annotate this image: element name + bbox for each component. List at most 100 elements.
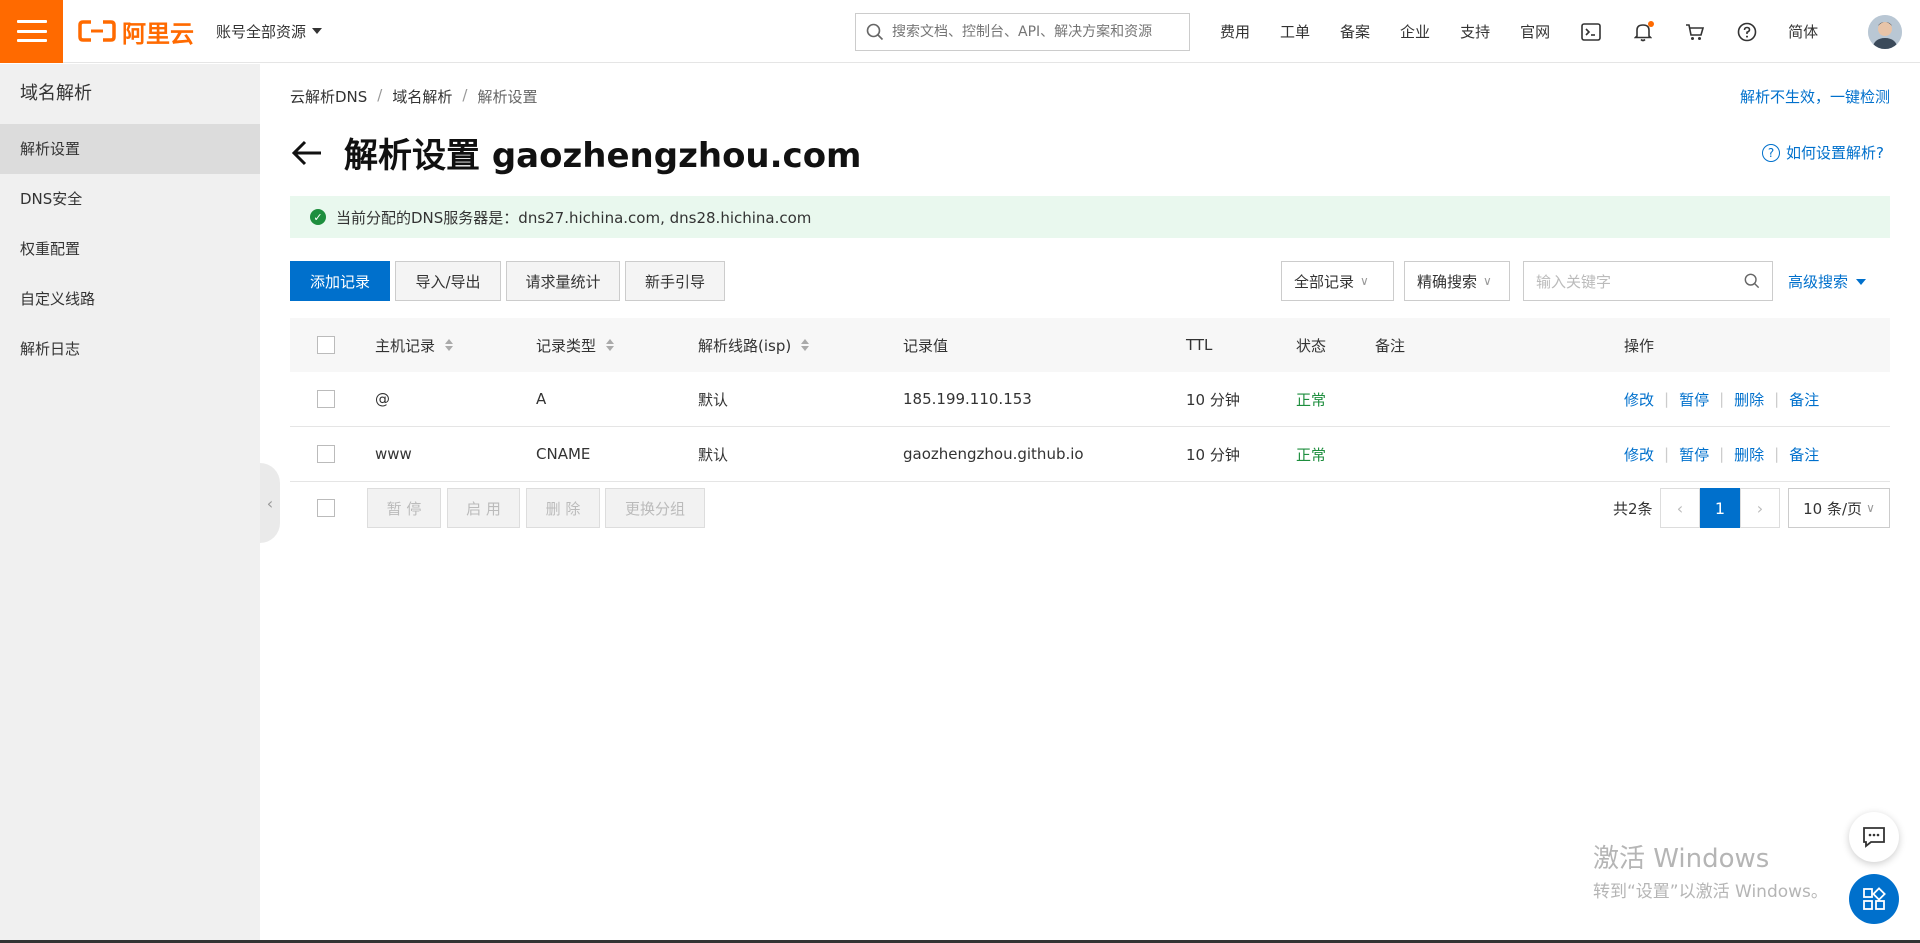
search-icon[interactable]	[1744, 273, 1760, 289]
toolbar: 添加记录 导入/导出 请求量统计 新手引导 全部记录 ∨ 精确搜索 ∨ 输入关键…	[290, 261, 1890, 301]
column-type[interactable]: 记录类型	[536, 318, 615, 372]
apps-button[interactable]	[1849, 874, 1899, 924]
table-row: @ A 默认 185.199.110.153 10 分钟 正常 修改 | 暂停 …	[290, 372, 1890, 427]
help-icon[interactable]	[1736, 21, 1758, 43]
dns-quick-check-link[interactable]: 解析不生效，一键检测	[1740, 86, 1890, 107]
row-actions: 修改 | 暂停 | 删除 | 备注	[1624, 372, 1819, 426]
breadcrumb-domain-dns[interactable]: 域名解析	[392, 86, 452, 107]
account-label: 账号全部资源	[216, 22, 307, 41]
cell-type: A	[536, 390, 547, 408]
record-filter-select[interactable]: 全部记录 ∨	[1281, 261, 1394, 301]
nav-tickets[interactable]: 工单	[1280, 21, 1310, 42]
column-host[interactable]: 主机记录	[375, 318, 454, 372]
chevron-left-icon: ‹	[266, 493, 274, 513]
account-resources-dropdown[interactable]: 账号全部资源	[216, 21, 323, 42]
search-mode-value: 精确搜索	[1417, 272, 1478, 291]
search-icon	[866, 23, 884, 41]
windows-activation-watermark: 激活 Windows 转到“设置”以激活 Windows。	[1593, 838, 1828, 902]
logo-text: 阿里云	[122, 19, 194, 48]
pager-page-1[interactable]: 1	[1700, 488, 1740, 528]
pager-total: 共2条	[1613, 500, 1653, 518]
check-circle-icon: ✓	[310, 209, 326, 225]
divider: |	[1664, 445, 1670, 463]
keyword-placeholder: 输入关键字	[1536, 272, 1612, 291]
dns-records-table: 主机记录 记录类型 解析线路(isp) 记录值 TTL 状态 备注 操作 @ A…	[290, 318, 1890, 482]
global-search[interactable]	[855, 13, 1190, 51]
select-all-checkbox[interactable]	[317, 336, 335, 354]
column-remark: 备注	[1375, 336, 1406, 355]
cart-icon[interactable]	[1684, 21, 1706, 43]
pause-link[interactable]: 暂停	[1679, 444, 1709, 465]
add-record-button[interactable]: 添加记录	[290, 261, 390, 301]
bulk-select-checkbox[interactable]	[317, 499, 335, 517]
breadcrumb-separator: /	[377, 86, 383, 104]
dns-server-notice: ✓ 当前分配的DNS服务器是：dns27.hichina.com, dns28.…	[290, 196, 1890, 238]
column-ttl: TTL	[1186, 336, 1213, 354]
sidebar-item-dns-security[interactable]: DNS安全	[0, 174, 260, 224]
edit-link[interactable]: 修改	[1624, 444, 1654, 465]
chat-button[interactable]	[1849, 812, 1899, 862]
remark-link[interactable]: 备注	[1789, 444, 1819, 465]
language-switch[interactable]: 简体	[1788, 21, 1818, 42]
cell-host: www	[375, 445, 412, 463]
nav-official-site[interactable]: 官网	[1520, 21, 1550, 42]
how-to-setup-link[interactable]: ? 如何设置解析?	[1762, 142, 1884, 163]
aliyun-logo[interactable]: 阿里云	[78, 14, 194, 49]
column-line[interactable]: 解析线路(isp)	[698, 318, 810, 372]
page-size-select[interactable]: 10 条/页 ∨	[1788, 488, 1890, 528]
nav-support[interactable]: 支持	[1460, 21, 1490, 42]
breadcrumb-cloud-dns[interactable]: 云解析DNS	[290, 86, 367, 107]
nav-icp-filing[interactable]: 备案	[1340, 21, 1370, 42]
keyword-search-input[interactable]: 输入关键字	[1523, 261, 1773, 301]
sidebar-collapse-handle[interactable]: ‹	[260, 463, 280, 543]
nav-fees[interactable]: 费用	[1220, 21, 1250, 42]
cell-host: @	[375, 390, 390, 408]
caret-down-icon	[1856, 278, 1867, 285]
row-checkbox[interactable]	[317, 445, 335, 463]
aliyun-mark-icon	[78, 20, 116, 42]
cell-line: 默认	[698, 390, 729, 409]
breadcrumb-current: 解析设置	[477, 88, 538, 106]
sidebar-item-custom-lines[interactable]: 自定义线路	[0, 274, 260, 324]
menu-button[interactable]	[0, 0, 63, 63]
sidebar-item-dns-settings[interactable]: 解析设置	[0, 124, 260, 174]
pager-prev-button[interactable]: ‹	[1660, 488, 1700, 528]
breadcrumb: 云解析DNS / 域名解析 / 解析设置	[290, 86, 537, 107]
search-mode-select[interactable]: 精确搜索 ∨	[1404, 261, 1510, 301]
delete-link[interactable]: 删除	[1734, 389, 1764, 410]
sidebar: 域名解析 解析设置 DNS安全 权重配置 自定义线路 解析日志	[0, 64, 260, 943]
bulk-enable-button[interactable]: 启 用	[447, 488, 520, 528]
top-nav: 费用 工单 备案 企业 支持 官网 简体	[1220, 0, 1848, 63]
row-checkbox[interactable]	[317, 390, 335, 408]
advanced-search-toggle[interactable]: 高级搜索	[1788, 271, 1867, 292]
sidebar-item-weight-config[interactable]: 权重配置	[0, 224, 260, 274]
request-stats-button[interactable]: 请求量统计	[506, 261, 620, 301]
sort-icon	[801, 339, 810, 351]
column-value: 记录值	[903, 336, 949, 355]
edit-link[interactable]: 修改	[1624, 389, 1654, 410]
beginner-guide-button[interactable]: 新手引导	[625, 261, 725, 301]
delete-link[interactable]: 删除	[1734, 444, 1764, 465]
bell-icon[interactable]	[1632, 20, 1655, 43]
column-status: 状态	[1296, 336, 1327, 355]
pause-link[interactable]: 暂停	[1679, 389, 1709, 410]
breadcrumb-separator: /	[462, 86, 468, 104]
column-line-label: 解析线路(isp)	[698, 336, 792, 355]
pager-next-button[interactable]: ›	[1740, 488, 1780, 528]
cell-ttl: 10 分钟	[1186, 445, 1240, 464]
sidebar-item-dns-logs[interactable]: 解析日志	[0, 324, 260, 374]
column-type-label: 记录类型	[536, 336, 597, 355]
terminal-icon[interactable]	[1580, 21, 1602, 43]
import-export-button[interactable]: 导入/导出	[395, 261, 501, 301]
column-ops: 操作	[1624, 336, 1655, 355]
watermark-subtitle: 转到“设置”以激活 Windows。	[1593, 882, 1828, 902]
bulk-pause-button[interactable]: 暂 停	[367, 488, 441, 528]
back-arrow-icon[interactable]	[290, 136, 324, 170]
bulk-delete-button[interactable]: 删 除	[526, 488, 600, 528]
sort-icon	[606, 339, 615, 351]
global-search-input[interactable]	[892, 24, 1189, 40]
avatar[interactable]	[1868, 15, 1902, 49]
nav-enterprise[interactable]: 企业	[1400, 21, 1430, 42]
remark-link[interactable]: 备注	[1789, 389, 1819, 410]
bulk-change-group-button[interactable]: 更换分组	[605, 488, 705, 528]
